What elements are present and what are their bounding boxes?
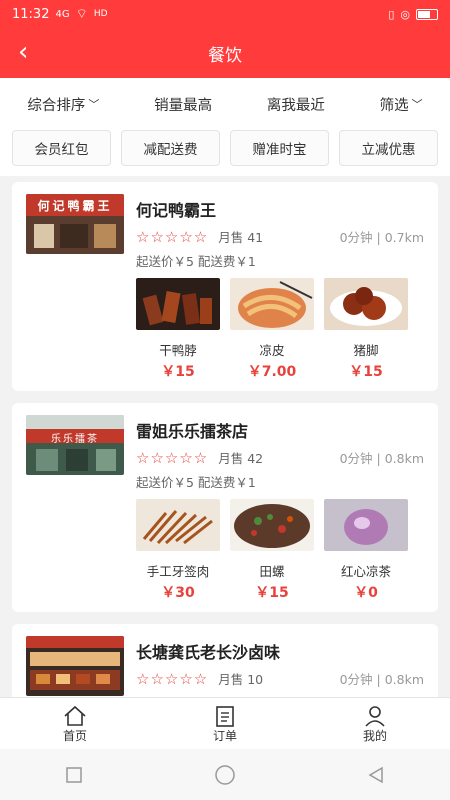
dish-name: 猪脚	[353, 343, 379, 358]
dish-image	[324, 499, 408, 551]
shop-thumbnail: 乐乐擂茶	[26, 415, 124, 475]
tab-label: 我的	[362, 728, 387, 743]
dish-price: ￥0	[354, 585, 378, 601]
dish-item[interactable]: 手工牙签肉 ￥30	[136, 499, 220, 602]
recent-apps-icon[interactable]	[64, 765, 84, 785]
dish-price: ￥7.00	[247, 364, 297, 380]
dish-name: 凉皮	[259, 343, 285, 358]
shop-name: 雷姐乐乐擂茶店	[136, 422, 249, 441]
tab-profile[interactable]: 我的	[363, 705, 387, 744]
star-rating-icon: ☆☆☆☆☆	[136, 670, 209, 688]
bottom-tab-bar: 首页 订单 我的	[0, 697, 450, 750]
dish-item[interactable]: 猪脚 ￥15	[324, 278, 408, 381]
fee-info: 起送价￥5 配送费￥1	[136, 254, 256, 269]
home-icon	[64, 705, 86, 726]
sort-label: 综合排序	[27, 97, 86, 114]
sort-nearest[interactable]: 离我最近	[267, 94, 325, 115]
shop-sign: 何记鸭霸王	[37, 199, 113, 213]
tab-label: 订单	[212, 728, 237, 743]
delivery-distance: 0分钟 | 0.8km	[339, 451, 424, 466]
dish-price: ￥15	[349, 364, 383, 380]
sort-label: 筛选	[379, 97, 409, 114]
title-bar: ‹ 餐饮	[0, 28, 450, 78]
dish-price: ￥30	[161, 585, 195, 601]
sort-label: 离我最近	[266, 97, 325, 114]
chip-instant-discount[interactable]: 立减优惠	[339, 130, 438, 166]
shop-thumbnail: 何记鸭霸王	[26, 194, 124, 254]
back-triangle-icon[interactable]	[366, 765, 386, 785]
shop-name: 何记鸭霸王	[136, 201, 217, 220]
shop-card[interactable]: 乐乐擂茶 雷姐乐乐擂茶店 ☆☆☆☆☆ 月售 42 0分钟 | 0.8km 起送价…	[12, 403, 438, 612]
tab-label: 首页	[62, 728, 87, 743]
tab-orders[interactable]: 订单	[213, 705, 237, 744]
dish-price: ￥15	[161, 364, 195, 380]
page-title: 餐饮	[208, 45, 242, 66]
sort-comprehensive[interactable]: 综合排序 ﹀	[27, 94, 99, 115]
clock: 11:32	[12, 6, 50, 22]
order-list-icon	[216, 705, 234, 727]
alarm-icon: ◎	[400, 7, 410, 21]
dish-name: 干鸭脖	[159, 343, 197, 358]
dish-image	[136, 278, 220, 330]
sort-label: 销量最高	[154, 97, 213, 114]
chevron-down-icon: ﹀	[88, 98, 100, 111]
dish-item[interactable]: 干鸭脖 ￥15	[136, 278, 220, 381]
dish-item[interactable]: 凉皮 ￥7.00	[230, 278, 314, 381]
monthly-sales: 月售 41	[218, 230, 264, 245]
chip-reduced-delivery[interactable]: 减配送费	[121, 130, 220, 166]
shop-list: 何记鸭霸王 何记鸭霸王 ☆☆☆☆☆ 月售 41 0分钟 | 0.7km 起送价￥…	[0, 176, 450, 786]
dish-item[interactable]: 田螺 ￥15	[230, 499, 314, 602]
filter-chips: 会员红包 减配送费 赠准时宝 立减优惠	[0, 130, 450, 176]
network-label: HD	[93, 9, 108, 19]
fee-info: 起送价￥5 配送费￥1	[136, 475, 256, 490]
monthly-sales: 月售 10	[218, 672, 264, 687]
battery-icon	[416, 8, 438, 20]
sort-sales[interactable]: 销量最高	[154, 94, 212, 115]
dish-name: 红心凉茶	[340, 564, 391, 579]
dish-image	[230, 278, 314, 330]
dish-price: ￥15	[255, 585, 289, 601]
system-nav-bar	[0, 749, 450, 800]
sort-bar: 综合排序 ﹀ 销量最高 离我最近 筛选 ﹀	[0, 78, 450, 130]
star-rating-icon: ☆☆☆☆☆	[136, 228, 209, 246]
status-bar: 11:32 4G ⌔ HD ▯ ◎	[0, 0, 450, 28]
dish-image	[324, 278, 408, 330]
home-circle-icon[interactable]	[213, 763, 237, 787]
shop-sign: 乐乐擂茶	[51, 434, 99, 445]
wifi-icon: ⌔	[75, 7, 88, 22]
dish-image	[136, 499, 220, 551]
chip-ontime-guarantee[interactable]: 赠准时宝	[230, 130, 329, 166]
dish-item[interactable]: 红心凉茶 ￥0	[324, 499, 408, 602]
sort-filter[interactable]: 筛选 ﹀	[380, 94, 423, 115]
dish-image	[230, 499, 314, 551]
monthly-sales: 月售 42	[218, 451, 264, 466]
vibrate-icon: ▯	[388, 7, 395, 21]
signal-icon: 4G	[55, 8, 70, 20]
shop-thumbnail	[26, 636, 124, 696]
delivery-distance: 0分钟 | 0.7km	[339, 230, 424, 245]
tab-home[interactable]: 首页	[63, 705, 87, 744]
dish-name: 手工牙签肉	[146, 564, 210, 579]
dish-name: 田螺	[259, 564, 285, 579]
delivery-distance: 0分钟 | 0.8km	[339, 672, 424, 687]
chip-member-redpacket[interactable]: 会员红包	[12, 130, 111, 166]
star-rating-icon: ☆☆☆☆☆	[136, 449, 209, 467]
chevron-down-icon: ﹀	[411, 98, 423, 111]
shop-name: 长塘龚氏老长沙卤味	[136, 643, 281, 662]
user-icon	[365, 705, 385, 727]
shop-card[interactable]: 何记鸭霸王 何记鸭霸王 ☆☆☆☆☆ 月售 41 0分钟 | 0.7km 起送价￥…	[12, 182, 438, 391]
back-arrow-icon[interactable]: ‹	[18, 38, 28, 66]
